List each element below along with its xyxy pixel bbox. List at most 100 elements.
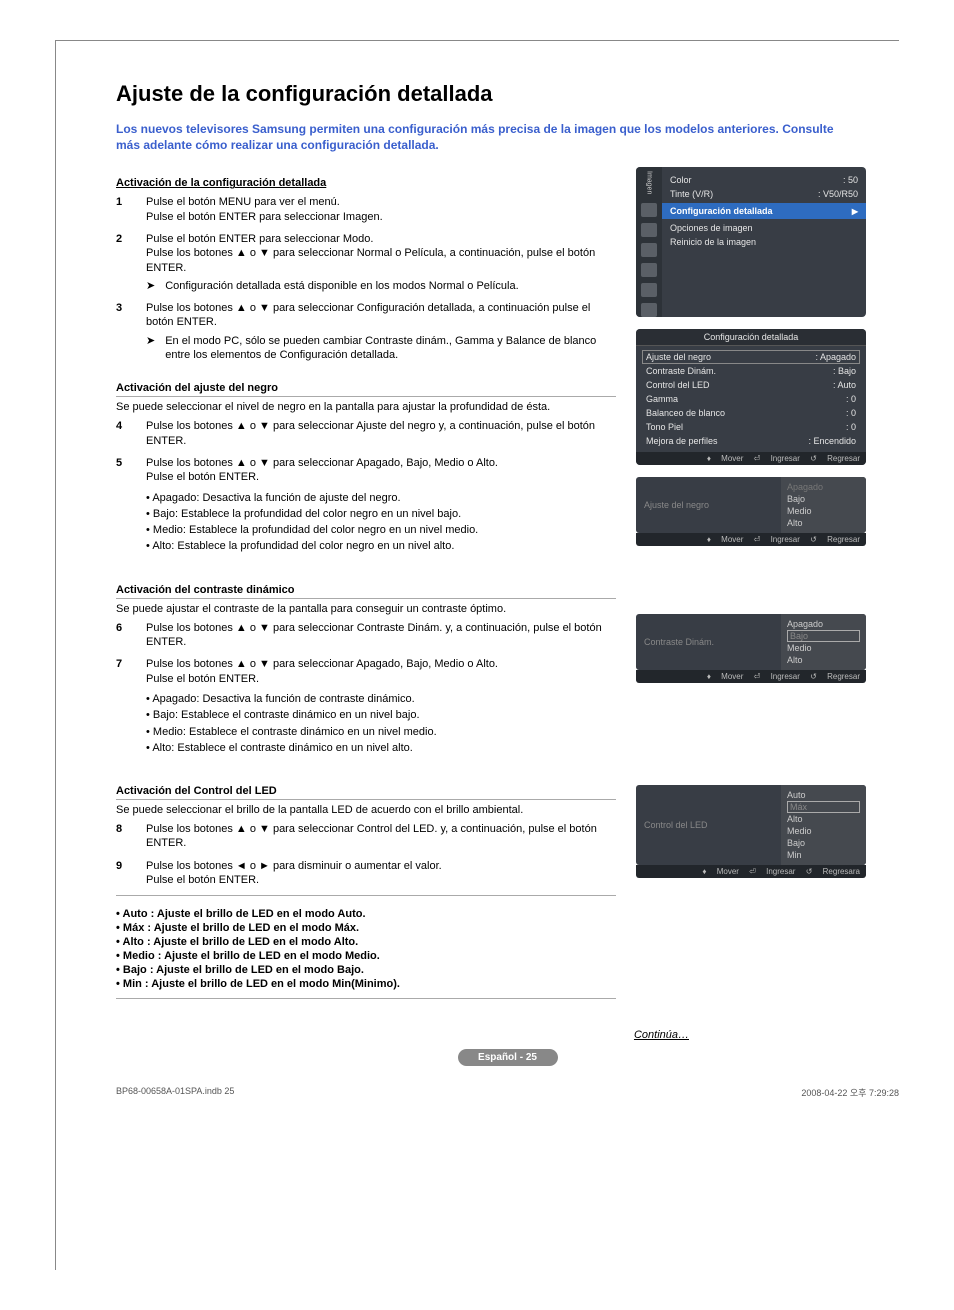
step-number: 6 [116, 621, 130, 650]
input-icon [641, 283, 657, 297]
section2-heading: Activación del ajuste del negro [116, 382, 616, 397]
step-text: Pulse los botones ▲ o ▼ para seleccionar… [146, 621, 616, 650]
popup-label: Contraste Dinám. [636, 614, 781, 670]
bullet-item: Min : Ajuste el brillo de LED en el modo… [116, 978, 616, 990]
osd-value: : 0 [846, 394, 856, 404]
section4-heading: Activación del Control del LED [116, 785, 616, 800]
bullet-item: Medio : Ajuste el brillo de LED en el mo… [116, 950, 616, 962]
intro-text: Los nuevos televisores Samsung permiten … [116, 121, 836, 153]
bullet-item: Bajo: Establece el contraste dinámico en… [146, 708, 616, 722]
step-text: Pulse los botones ◄ o ► para disminuir o… [146, 859, 616, 873]
bullet-item: Bajo : Ajuste el brillo de LED en el mod… [116, 964, 616, 976]
section2-desc: Se puede seleccionar el nivel de negro e… [116, 401, 616, 413]
step-number: 2 [116, 232, 130, 293]
section3-heading: Activación del contraste dinámico [116, 584, 616, 599]
osd-hint-enter: ⏎ Ingresar [749, 867, 795, 876]
step-text: Pulse los botones ▲ o ▼ para seleccionar… [146, 822, 616, 851]
osd-hint-enter: ⏎ Ingresar [754, 454, 800, 463]
continue-label: Continúa… [116, 1029, 899, 1041]
popup-option: Alto [787, 517, 860, 529]
step-number: 4 [116, 419, 130, 448]
osd-label: Tinte (V/R) [670, 189, 713, 199]
step-number: 7 [116, 657, 130, 757]
bullet-item: Medio: Establece la profundidad del colo… [146, 523, 616, 537]
step-number: 1 [116, 195, 130, 224]
popup-option-selected: Bajo [787, 630, 860, 642]
osd-label: Mejora de perfiles [646, 436, 718, 446]
chevron-right-icon [852, 206, 858, 216]
setup-icon [641, 263, 657, 277]
osd-value: : Auto [833, 380, 856, 390]
popup-option: Alto [787, 654, 860, 666]
osd-hint-move: ♦ Mover [707, 672, 744, 681]
osd-label: Balanceo de blanco [646, 408, 725, 418]
step-number: 8 [116, 822, 130, 851]
page-title: Ajuste de la configuración detallada [116, 81, 899, 107]
step-text: Pulse el botón ENTER para seleccionar Im… [146, 210, 616, 224]
osd-label: Contraste Dinám. [646, 366, 716, 376]
note-arrow-icon [146, 334, 155, 348]
step-text: Pulse los botones ▲ o ▼ para seleccionar… [146, 419, 616, 448]
osd-label: Gamma [646, 394, 678, 404]
osd-popup-dynamic-contrast: Contraste Dinám. Apagado Bajo Medio Alto [636, 614, 866, 670]
section3-desc: Se puede ajustar el contraste de la pant… [116, 603, 616, 615]
osd-item: Reinicio de la imagen [670, 237, 756, 247]
popup-option: Apagado [787, 481, 860, 493]
step-note: Configuración detallada está disponible … [165, 279, 518, 293]
osd-value: : V50/R50 [818, 189, 858, 199]
osd-hint-back: ↺ Regresara [806, 867, 860, 876]
popup-label: Ajuste del negro [636, 477, 781, 533]
step-text: Pulse los botones ▲ o ▼ para seleccionar… [146, 456, 616, 470]
popup-option: Bajo [787, 493, 860, 505]
step-text: Pulse los botones ▲ o ▼ para seleccionar… [146, 657, 616, 671]
osd-value: : Encendido [808, 436, 856, 446]
step-text: Pulse los botones ▲ o ▼ para seleccionar… [146, 301, 616, 330]
osd-value: : 0 [846, 422, 856, 432]
step-text: Pulse el botón ENTER para seleccionar Mo… [146, 232, 616, 246]
step-text: Pulse el botón ENTER. [146, 672, 616, 686]
page-number-badge: Español - 25 [458, 1049, 558, 1066]
osd-value: : 50 [843, 175, 858, 185]
popup-option: Medio [787, 505, 860, 517]
sound-icon [641, 223, 657, 237]
osd-detailed-settings: Configuración detallada Ajuste del negro… [636, 329, 866, 465]
popup-option: Bajo [787, 837, 860, 849]
osd-hint-enter: ⏎ Ingresar [754, 672, 800, 681]
osd-label: Control del LED [646, 380, 710, 390]
osd-hint-move: ♦ Mover [702, 867, 739, 876]
osd-value: : 0 [846, 408, 856, 418]
popup-option: Medio [787, 642, 860, 654]
osd-category-label: Imagen [646, 171, 653, 194]
bullet-item: Medio: Establece el contraste dinámico e… [146, 725, 616, 739]
popup-option: Min [787, 849, 860, 861]
bullet-item: Alto: Establece el contraste dinámico en… [146, 741, 616, 755]
footer-timestamp: 2008-04-22 오후 7:29:28 [801, 1086, 899, 1099]
step-text: Pulse el botón MENU para ver el menú. [146, 195, 616, 209]
osd-main-menu: Imagen Color: 50 Tinte (V/R): V50/R50 Co… [636, 167, 866, 316]
osd-hint-back: ↺ Regresar [810, 535, 860, 544]
osd-hint-back: ↺ Regresar [810, 672, 860, 681]
footer-filename: BP68-00658A-01SPA.indb 25 [116, 1086, 234, 1099]
popup-label: Control del LED [636, 785, 781, 865]
bullet-item: Máx : Ajuste el brillo de LED en el modo… [116, 922, 616, 934]
step-number: 3 [116, 301, 130, 362]
osd-label: Color [670, 175, 692, 185]
app-icon [641, 303, 657, 317]
channel-icon [641, 243, 657, 257]
bullet-item: Auto : Ajuste el brillo de LED en el mod… [116, 908, 616, 920]
popup-option: Auto [787, 789, 860, 801]
step-text: Pulse el botón ENTER. [146, 470, 616, 484]
osd-value: : Bajo [833, 366, 856, 376]
osd-item: Opciones de imagen [670, 223, 753, 233]
osd-label: Ajuste del negro [646, 352, 711, 362]
step-number: 5 [116, 456, 130, 556]
osd-hint-move: ♦ Mover [707, 535, 744, 544]
bullet-item: Alto: Establece la profundidad del color… [146, 539, 616, 553]
section4-desc: Se puede seleccionar el brillo de la pan… [116, 804, 616, 816]
note-arrow-icon [146, 279, 155, 293]
step-note: En el modo PC, sólo se pueden cambiar Co… [165, 334, 616, 363]
step-text: Pulse el botón ENTER. [146, 873, 616, 887]
bullet-item: Bajo: Establece la profundidad del color… [146, 507, 616, 521]
bullet-item: Apagado: Desactiva la función de contras… [146, 692, 616, 706]
bullet-item: Alto : Ajuste el brillo de LED en el mod… [116, 936, 616, 948]
